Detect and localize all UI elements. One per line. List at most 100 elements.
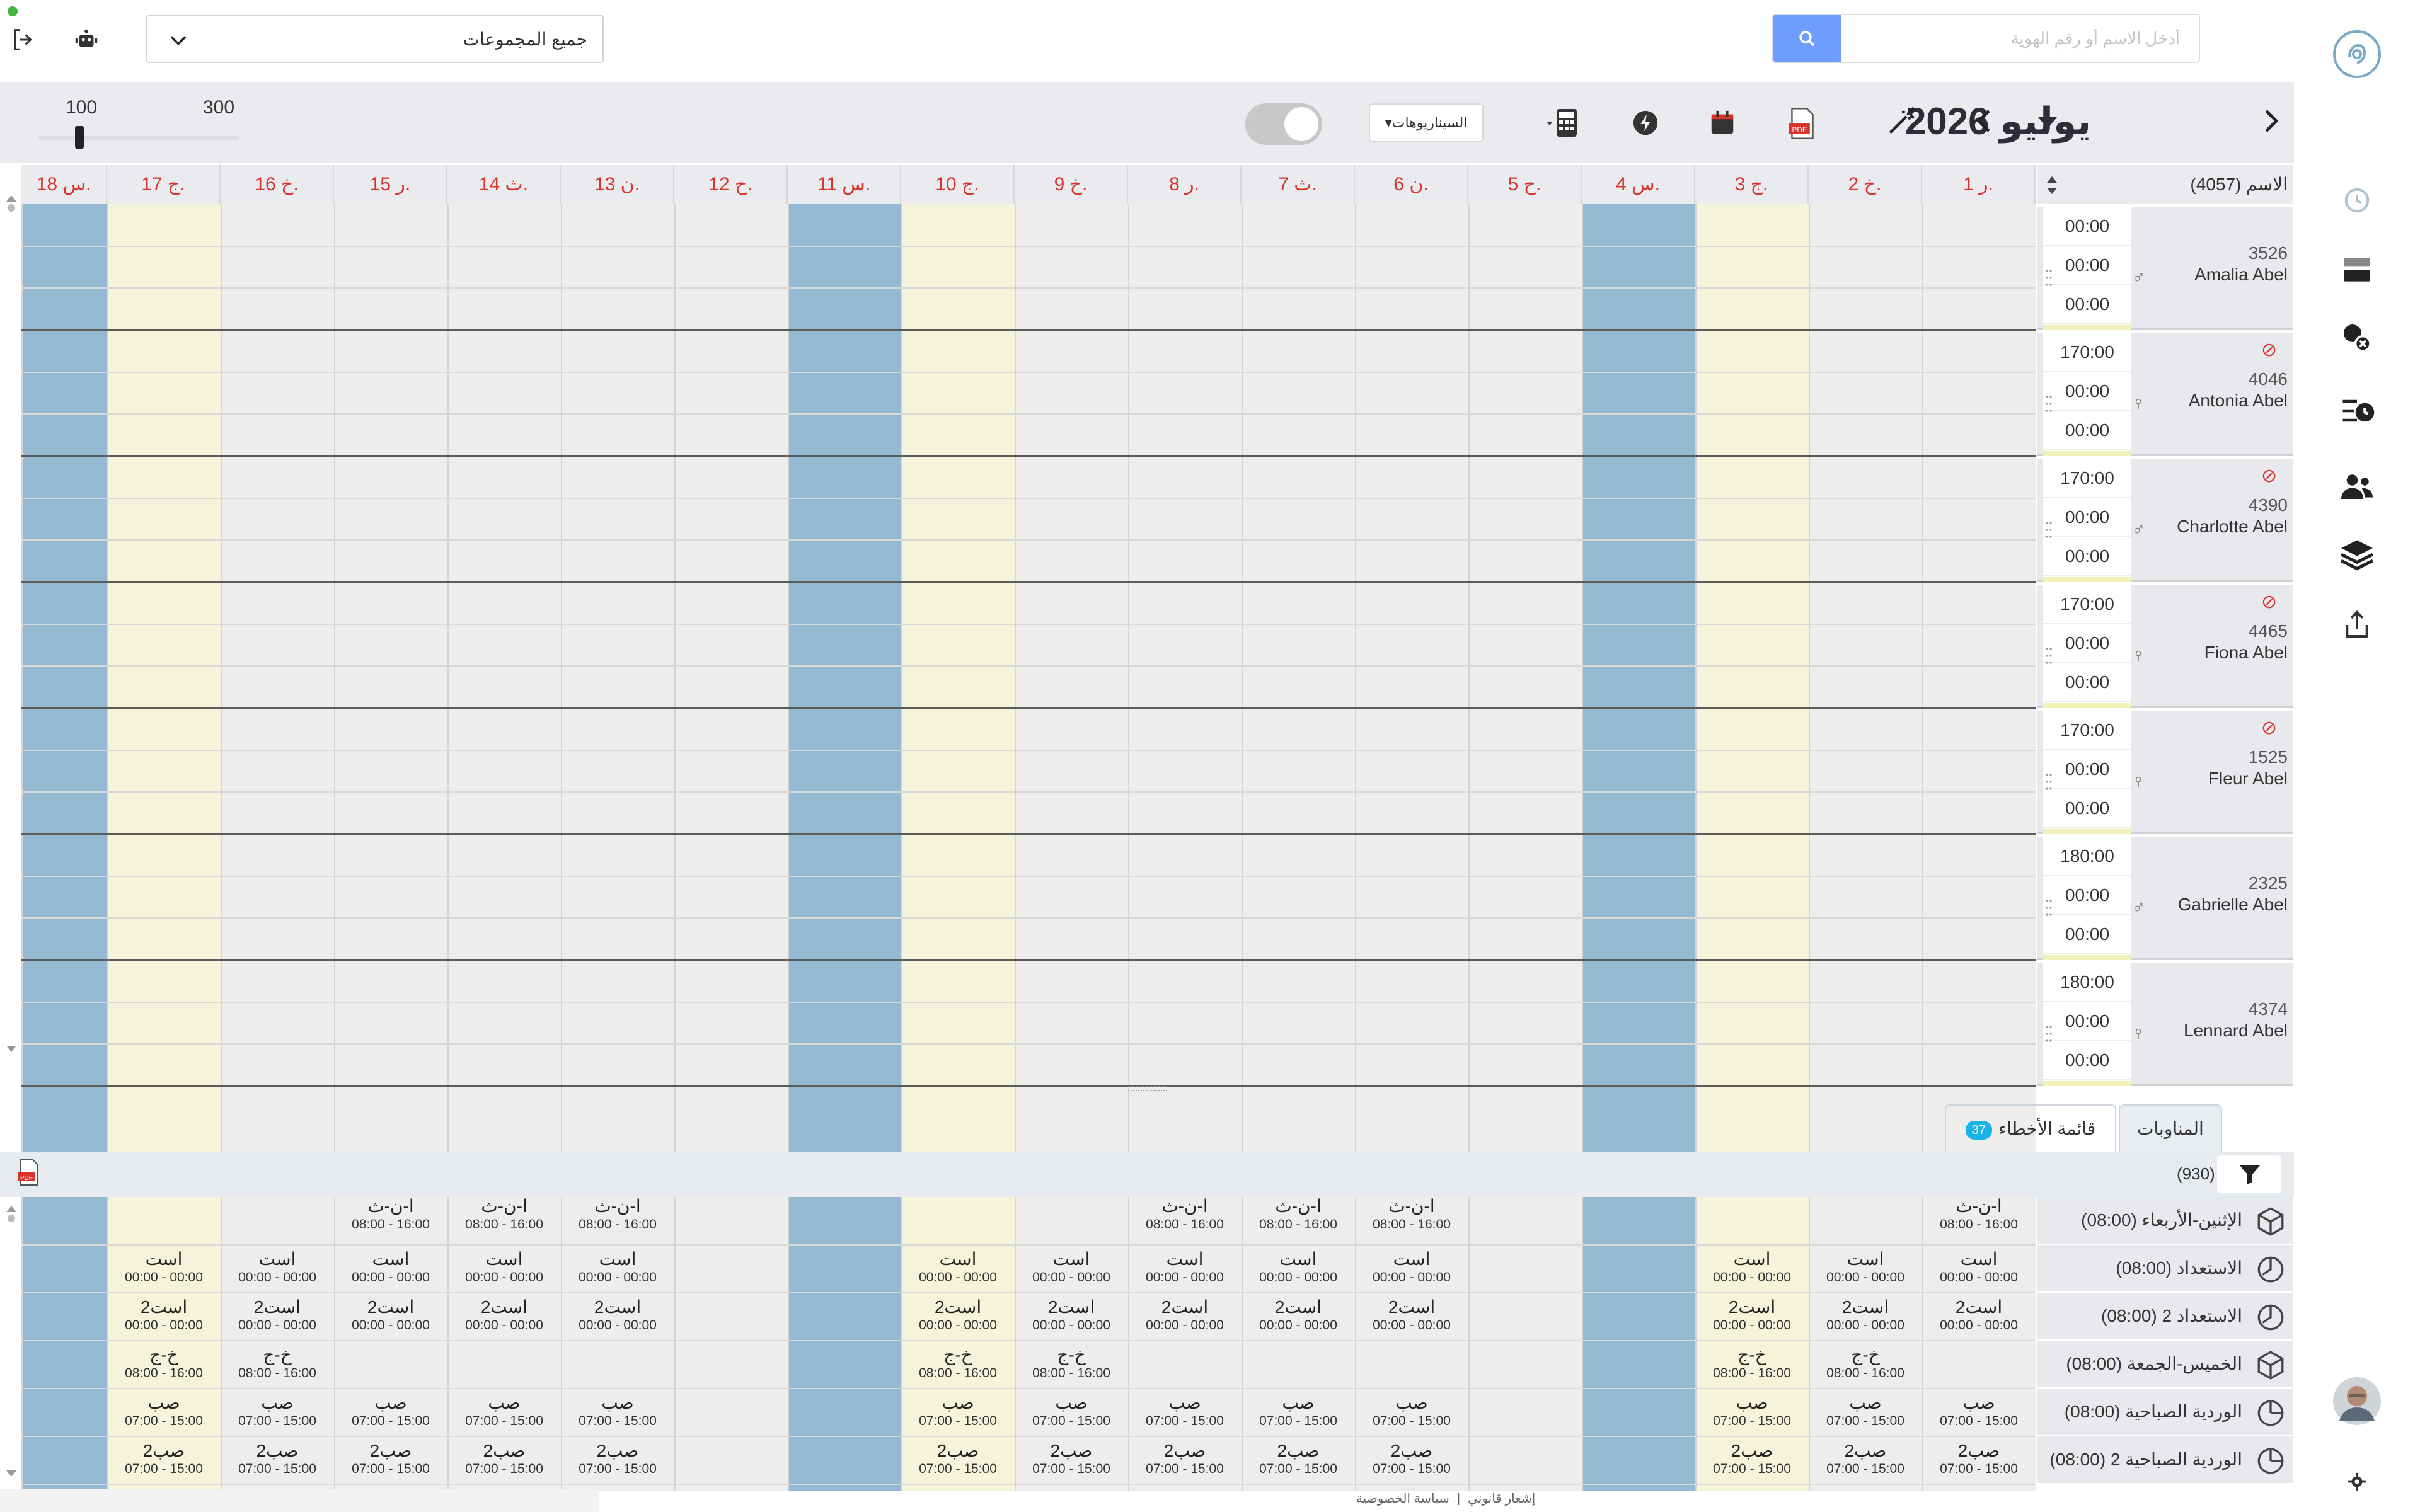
shift-cell[interactable]: است 00:00 - 00:00 xyxy=(1355,1245,1468,1293)
day-header[interactable]: ن 13. xyxy=(561,165,674,204)
shift-cell[interactable]: است 00:00 - 00:00 xyxy=(1695,1245,1809,1293)
calendar-icon[interactable] xyxy=(1708,108,1737,137)
shift-cell[interactable]: خ-ج 08:00 - 16:00 xyxy=(1015,1341,1128,1389)
day-column[interactable] xyxy=(674,204,788,1227)
shift-cell[interactable]: صب 07:00 - 15:00 xyxy=(1242,1389,1355,1436)
day-header[interactable]: خ 2. xyxy=(1809,165,1922,204)
shift-cell[interactable]: ا-ن-ث 08:00 - 16:00 xyxy=(1922,1192,2036,1240)
drag-handle-icon[interactable] xyxy=(2046,520,2052,539)
day-column[interactable] xyxy=(1922,204,2036,1227)
day-column[interactable] xyxy=(1582,204,1695,1227)
shift-cell[interactable]: است 00:00 - 00:00 xyxy=(1128,1245,1242,1293)
day-header[interactable]: ر 15. xyxy=(334,165,447,204)
time-list-icon[interactable] xyxy=(2332,386,2382,436)
shift-cell[interactable]: است2 00:00 - 00:00 xyxy=(107,1293,221,1341)
shift-cell[interactable]: است2 00:00 - 00:00 xyxy=(221,1293,334,1341)
shift-cell[interactable]: است 00:00 - 00:00 xyxy=(561,1245,674,1293)
shift-cell[interactable]: صب 07:00 - 15:00 xyxy=(1355,1389,1468,1436)
shift-type-row[interactable]: الاستعداد (08:00) xyxy=(2037,1245,2293,1293)
shift-cell[interactable]: صب2 07:00 - 15:00 xyxy=(561,1436,674,1484)
day-column[interactable] xyxy=(561,204,674,1227)
split-resize-handle[interactable] xyxy=(1128,1086,1167,1091)
shifts-scroll-down-icon[interactable] xyxy=(5,1467,18,1478)
employee-card[interactable]: 00:00 00:00 00:00 3526 Amalia Abel ♂ xyxy=(2037,207,2293,330)
day-header[interactable]: ج 10. xyxy=(901,165,1015,204)
shift-cell[interactable]: صب2 07:00 - 15:00 xyxy=(1922,1436,2036,1484)
calculator-icon[interactable] xyxy=(1544,107,1582,139)
shift-cell[interactable]: صب 07:00 - 15:00 xyxy=(1015,1389,1128,1436)
group-select[interactable]: جميع المجموعات xyxy=(146,15,604,63)
shift-cell[interactable]: است2 00:00 - 00:00 xyxy=(901,1293,1015,1341)
settings-gear-icon[interactable] xyxy=(2332,1457,2382,1507)
shift-cell[interactable]: خ-ج 08:00 - 16:00 xyxy=(107,1341,221,1389)
shift-cell[interactable]: است2 00:00 - 00:00 xyxy=(447,1293,561,1341)
logout-icon[interactable] xyxy=(9,25,38,54)
shift-cell[interactable]: است2 00:00 - 00:00 xyxy=(334,1293,447,1341)
layers-icon[interactable] xyxy=(2332,529,2382,580)
shift-cell[interactable]: است2 00:00 - 00:00 xyxy=(1242,1293,1355,1341)
shift-cell[interactable]: صب2 07:00 - 15:00 xyxy=(1809,1436,1922,1484)
shift-type-row[interactable]: الوردية الصباحية (08:00) xyxy=(2037,1389,2293,1436)
shift-cell[interactable]: است 00:00 - 00:00 xyxy=(1015,1245,1128,1293)
drag-handle-icon[interactable] xyxy=(2046,646,2052,665)
drag-handle-icon[interactable] xyxy=(2046,772,2052,791)
shift-cell[interactable]: است 00:00 - 00:00 xyxy=(901,1245,1015,1293)
day-header[interactable]: ح 5. xyxy=(1468,165,1582,204)
privacy-policy-link[interactable]: سياسة الخصوصية xyxy=(1356,1492,1449,1506)
shift-cell[interactable]: ا-ن-ث 08:00 - 16:00 xyxy=(447,1192,561,1240)
shift-cell[interactable]: است 00:00 - 00:00 xyxy=(334,1245,447,1293)
shift-cell[interactable]: صب2 07:00 - 15:00 xyxy=(447,1436,561,1484)
day-column[interactable] xyxy=(221,204,334,1227)
shift-cell[interactable]: خ-ج 08:00 - 16:00 xyxy=(1809,1341,1922,1389)
cancel-icon[interactable]: ⊘ xyxy=(2261,465,2277,487)
day-column[interactable] xyxy=(788,204,901,1227)
shift-cell[interactable]: صب 07:00 - 15:00 xyxy=(1809,1389,1922,1436)
shift-type-row[interactable]: الوردية الصباحية 2 (08:00) xyxy=(2037,1436,2293,1484)
absence-icon[interactable] xyxy=(2332,312,2382,363)
shift-cell[interactable]: است2 00:00 - 00:00 xyxy=(1128,1293,1242,1341)
shift-cell[interactable]: صب2 07:00 - 15:00 xyxy=(1015,1436,1128,1484)
shift-cell[interactable]: صب 07:00 - 15:00 xyxy=(1695,1389,1809,1436)
shift-cell[interactable]: صب 07:00 - 15:00 xyxy=(1128,1389,1242,1436)
shift-cell[interactable]: صب2 07:00 - 15:00 xyxy=(901,1436,1015,1484)
day-column[interactable] xyxy=(447,204,561,1227)
employees-icon[interactable] xyxy=(2332,461,2382,512)
shift-cell[interactable]: است2 00:00 - 00:00 xyxy=(1695,1293,1809,1341)
robot-icon[interactable] xyxy=(72,25,101,54)
day-header[interactable]: س 11. xyxy=(788,165,901,204)
day-header[interactable]: ن 6. xyxy=(1355,165,1468,204)
day-column[interactable] xyxy=(1242,204,1355,1227)
vertical-scroll-down-icon[interactable] xyxy=(5,1042,18,1053)
avatar[interactable] xyxy=(2332,1376,2382,1426)
app-logo-icon[interactable] xyxy=(2332,29,2382,79)
day-header[interactable]: ث 7. xyxy=(1242,165,1355,204)
zoom-slider-handle[interactable] xyxy=(75,126,84,149)
shift-cell[interactable]: صب2 07:00 - 15:00 xyxy=(221,1436,334,1484)
drag-handle-icon[interactable] xyxy=(2046,1024,2052,1043)
drag-handle-icon[interactable] xyxy=(2046,394,2052,413)
day-header[interactable]: ر 1. xyxy=(1922,165,2036,204)
shift-cell[interactable]: ا-ن-ث 08:00 - 16:00 xyxy=(561,1192,674,1240)
shift-cell[interactable]: خ-ج 08:00 - 16:00 xyxy=(901,1341,1015,1389)
filter-button[interactable] xyxy=(2217,1155,2281,1193)
scenarios-dropdown[interactable]: السيناريوهات▾ xyxy=(1369,103,1484,142)
shift-cell[interactable]: است2 00:00 - 00:00 xyxy=(1355,1293,1468,1341)
shift-cell[interactable]: صب 07:00 - 15:00 xyxy=(447,1389,561,1436)
day-header[interactable]: س 18. xyxy=(21,165,107,204)
day-column[interactable] xyxy=(1695,204,1809,1227)
shift-type-row[interactable]: الخميس-الجمعة (08:00) xyxy=(2037,1341,2293,1389)
search-button[interactable] xyxy=(1773,15,1841,62)
drag-handle-icon[interactable] xyxy=(2046,898,2052,917)
day-header[interactable]: ج 17. xyxy=(107,165,221,204)
shifts-scroll-up-icon[interactable] xyxy=(5,1205,18,1222)
shift-cell[interactable]: صب2 07:00 - 15:00 xyxy=(1128,1436,1242,1484)
shift-cell[interactable]: است2 00:00 - 00:00 xyxy=(1922,1293,2036,1341)
day-header[interactable]: ث 14. xyxy=(447,165,561,204)
shift-cell[interactable]: است2 00:00 - 00:00 xyxy=(1015,1293,1128,1341)
bottom-scroll-area[interactable] xyxy=(0,1489,599,1512)
shift-cell[interactable]: است2 00:00 - 00:00 xyxy=(1809,1293,1922,1341)
shift-cell[interactable]: صب2 07:00 - 15:00 xyxy=(334,1436,447,1484)
employee-card[interactable]: 170:00 00:00 00:00 4390 Charlotte Abel ♂ ⊘ xyxy=(2037,459,2293,582)
shift-cell[interactable]: صب 07:00 - 15:00 xyxy=(901,1389,1015,1436)
shift-cell[interactable]: صب 07:00 - 15:00 xyxy=(107,1389,221,1436)
